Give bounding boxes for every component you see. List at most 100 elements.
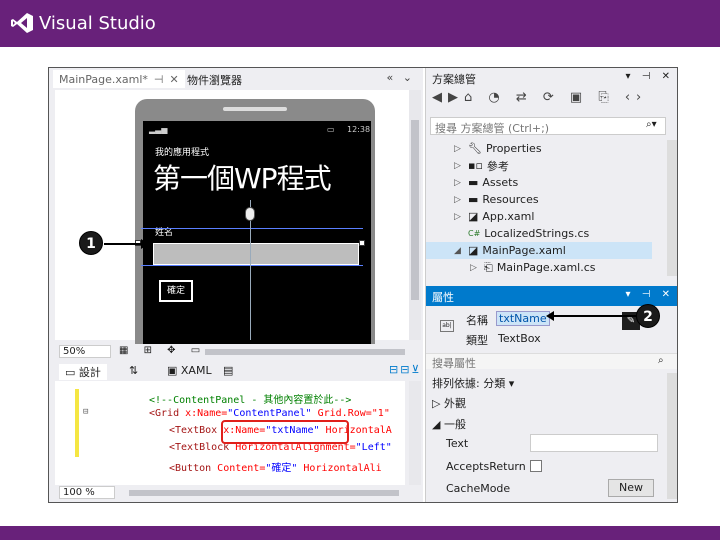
phone-screen: ▂▃▅ ▭ 12:38 我的應用程式 第一個WP程式 姓名 確定 [143, 121, 371, 359]
pin-icon[interactable]: ⊣ [154, 73, 164, 86]
csharp-file-icon: ⎗ [484, 260, 493, 274]
status-time: 12:38 [347, 125, 371, 134]
name-label: 名稱 [466, 314, 488, 327]
callout-1: 1 [79, 231, 103, 255]
xaml-file-icon: ◪ [468, 210, 479, 223]
view-tabs: ▭ 設計 ⇅ ▣ XAML ▤ ⊟⊟⊻ [55, 362, 421, 380]
tree-item-assets[interactable]: ▷ ▬ Assets [454, 174, 518, 191]
visual-studio-logo-icon [11, 13, 33, 33]
wrench-icon: 🔧︎ [468, 142, 482, 155]
tab-mainpage-xaml[interactable]: MainPage.xaml* ⊣ ✕ [53, 70, 185, 88]
name-input[interactable]: txtName [496, 311, 550, 326]
properties-scrollbar[interactable] [667, 373, 677, 499]
signal-icon: ▂▃▅ [149, 125, 168, 134]
search-icon[interactable]: ⌕▾ [646, 119, 657, 130]
right-panel: 方案總管 ▾ ⊣ ✕ ◀▶⌂ ◔ ⇄ ⟳ ▣ ⎘ ‹› 搜尋 方案總管 (Ctr… [425, 68, 677, 502]
designer-pane: MainPage.xaml* ⊣ ✕ 物件瀏覽器 « ⌄ ▂▃▅ ▭ 12:38… [49, 68, 423, 502]
folder-icon: ▬ [468, 176, 479, 189]
product-title: Visual Studio [39, 13, 156, 34]
highlight-box [221, 420, 349, 444]
phone-speaker [223, 107, 287, 111]
properties-search-input[interactable]: 搜尋屬性 [426, 353, 677, 370]
tab-xaml[interactable]: ▣ XAML [167, 364, 212, 377]
page-title: 第一個WP程式 [153, 162, 332, 195]
xaml-editor[interactable]: ⊟ <!--ContentPanel - 其他內容置於此--> <Grid x:… [55, 381, 405, 485]
code-zoom-select[interactable]: 100 % [59, 486, 115, 499]
accepts-return-checkbox[interactable] [530, 460, 542, 472]
type-value: TextBox [498, 332, 541, 345]
close-icon[interactable]: ✕ [170, 73, 179, 86]
new-button[interactable]: New [608, 479, 654, 497]
category-appearance[interactable]: ▷ 外觀 [432, 395, 466, 411]
code-scrollbar[interactable] [409, 381, 421, 485]
top-banner: Visual Studio [0, 0, 720, 47]
anchor-lock-icon[interactable] [245, 207, 255, 221]
document-tabstrip: MainPage.xaml* ⊣ ✕ 物件瀏覽器 « ⌄ [49, 68, 423, 88]
designer-scrollbar[interactable] [409, 90, 421, 340]
code-line-2: <Grid x:Name="ContentPanel" Grid.Row="1" [149, 408, 390, 419]
xaml-file-icon: ◪ [468, 244, 479, 257]
type-label: 類型 [466, 334, 488, 347]
scroll-thumb[interactable] [411, 120, 419, 300]
textbox-type-icon: ab| [440, 320, 454, 332]
search-icon[interactable]: ⌕ [658, 355, 664, 366]
phone-frame: ▂▃▅ ▭ 12:38 我的應用程式 第一個WP程式 姓名 確定 [135, 99, 375, 359]
grid-toggle-icons[interactable]: ▦ ⊞ ✥ ▭ [119, 345, 206, 356]
collapse-icon[interactable]: ⊟ [83, 407, 88, 417]
bottom-banner [0, 526, 720, 540]
document-outline-icon[interactable]: ▤ [223, 364, 233, 377]
ide-screenshot: MainPage.xaml* ⊣ ✕ 物件瀏覽器 « ⌄ ▂▃▅ ▭ 12:38… [48, 67, 678, 503]
category-common[interactable]: ◢ 一般 [432, 416, 466, 432]
tab-design[interactable]: ▭ 設計 [59, 364, 107, 380]
toolbar-icons[interactable]: ◀▶⌂ ◔ ⇄ ⟳ ▣ ⎘ ‹› [432, 90, 647, 105]
tree-item-app-xaml[interactable]: ▷ ◪ App.xaml [454, 208, 534, 225]
split-view-icons[interactable]: ⊟⊟⊻ [389, 363, 422, 376]
arrange-by-select[interactable]: 排列依據: 分類 ▾ [432, 375, 514, 391]
tree-item-mainpage-xaml[interactable]: ◢ ◪ MainPage.xaml [426, 242, 652, 259]
tab-object-browser[interactable]: 物件瀏覽器 [187, 72, 242, 88]
prop-text-input[interactable] [530, 434, 658, 452]
code-line-1: <!--ContentPanel - 其他內容置於此--> [149, 395, 352, 406]
tree-item-properties[interactable]: ▷ 🔧︎ Properties [454, 140, 542, 157]
name-label[interactable]: 姓名 [155, 225, 173, 238]
tab-overflow-icon[interactable]: « ⌄ [387, 71, 415, 84]
selection-guide-bottom [141, 265, 363, 266]
tree-scrollbar[interactable] [667, 140, 677, 276]
prop-text-label: Text [446, 437, 469, 450]
txtname-textbox[interactable] [153, 243, 359, 265]
references-icon: ▪▫ [468, 159, 483, 172]
tab-label: MainPage.xaml* [59, 72, 148, 86]
zoom-select[interactable]: 50% [59, 345, 111, 358]
code-horizontal-scrollbar[interactable] [129, 490, 399, 496]
horizontal-scrollbar[interactable] [205, 349, 405, 355]
solution-explorer-toolbar: ◀▶⌂ ◔ ⇄ ⟳ ▣ ⎘ ‹› [426, 90, 677, 112]
resize-handle-right[interactable] [359, 240, 365, 246]
swap-panes-icon[interactable]: ⇅ [129, 364, 138, 377]
tree-item-localizedstrings[interactable]: C# LocalizedStrings.cs [454, 225, 589, 242]
tree-item-references[interactable]: ▷ ▪▫ 參考 [454, 157, 509, 174]
solution-explorer-title: 方案總管 ▾ ⊣ ✕ [426, 68, 677, 88]
code-zoom-bar: 100 % [55, 486, 421, 500]
code-line-5: <Button Content="確定" HorizontalAli [169, 463, 382, 474]
csharp-file-icon: C# [468, 229, 481, 238]
solution-search-input[interactable]: 搜尋 方案總管 (Ctrl+;) [430, 117, 666, 135]
folder-icon: ▬ [468, 193, 479, 206]
confirm-button[interactable]: 確定 [159, 280, 193, 302]
battery-icon: ▭ [327, 125, 335, 134]
change-indicator [75, 389, 79, 457]
panel-controls-icon[interactable]: ▾ ⊣ ✕ [626, 71, 674, 82]
prop-accepts-return-label: AcceptsReturn [446, 460, 526, 473]
arrow-head-icon [546, 311, 554, 321]
arrow-head-icon [141, 239, 149, 249]
prop-cache-mode-label: CacheMode [446, 482, 511, 495]
designer-zoom-bar: 50% ▦ ⊞ ✥ ▭ [55, 344, 421, 360]
selection-guide-vertical [250, 200, 251, 340]
callout-2-arrow [554, 315, 636, 317]
tree-item-resources[interactable]: ▷ ▬ Resources [454, 191, 539, 208]
tree-item-mainpage-cs[interactable]: ▷ ⎗ MainPage.xaml.cs [470, 259, 596, 276]
selection-guide-top [141, 228, 363, 229]
callout-1-arrow [104, 243, 144, 245]
panel-controls-icon[interactable]: ▾ ⊣ ✕ [626, 289, 674, 300]
properties-title: 屬性 ▾ ⊣ ✕ [426, 286, 677, 306]
design-canvas[interactable]: ▂▃▅ ▭ 12:38 我的應用程式 第一個WP程式 姓名 確定 [55, 90, 409, 359]
